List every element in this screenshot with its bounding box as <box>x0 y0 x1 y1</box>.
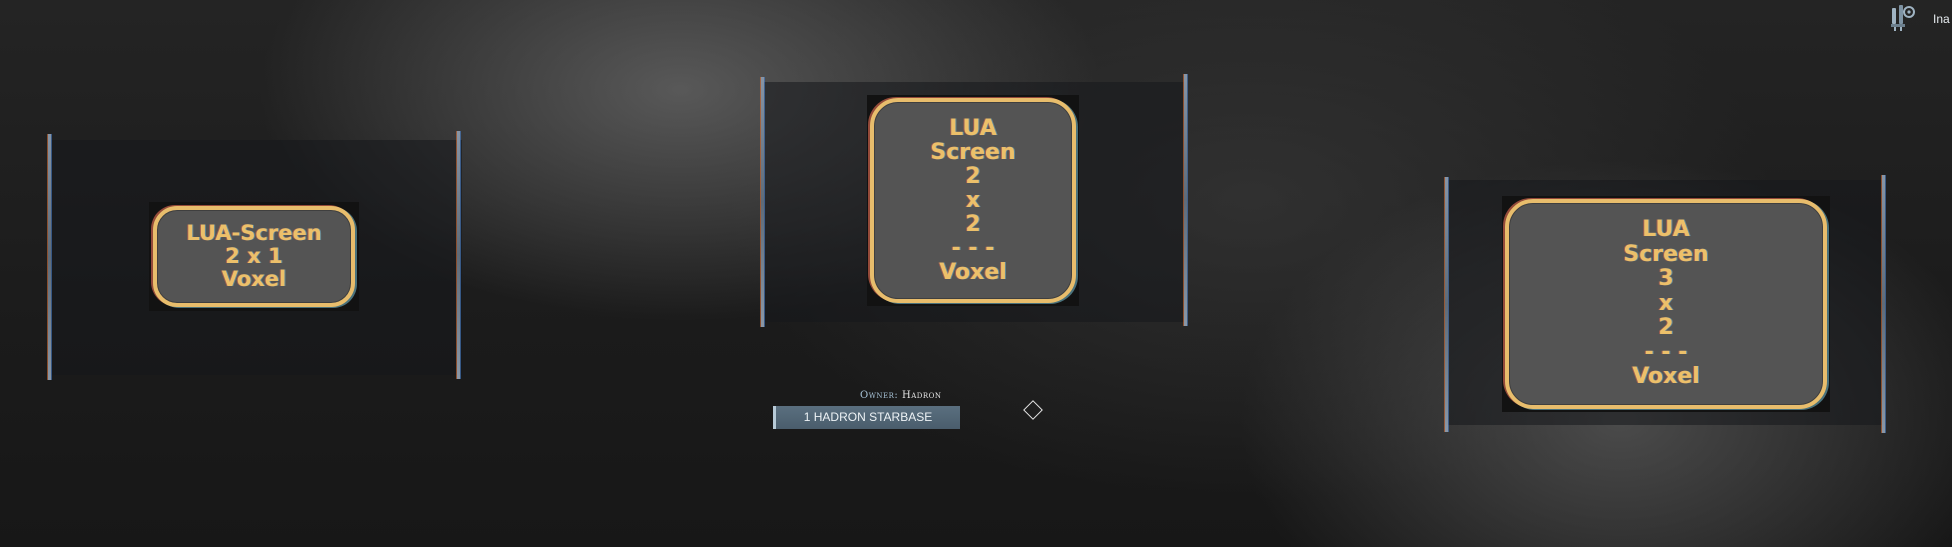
diamond-marker-icon[interactable] <box>1023 400 1043 420</box>
screen-c-line: Voxel <box>1632 364 1700 390</box>
screen-c-line: - - - <box>1644 339 1688 365</box>
owner-key: Owner: <box>860 390 899 401</box>
screen-b-line: Voxel <box>939 259 1007 285</box>
screen-b-line: - - - <box>951 235 995 261</box>
screen-b-line: LUA <box>949 115 997 141</box>
game-viewport: LUA-Screen 2 x 1 Voxel LUA Screen 2 x 2 … <box>0 0 1952 547</box>
tool-icon[interactable] <box>1888 2 1918 32</box>
screen-b-line: 2 <box>965 211 981 237</box>
screen-a-line: Voxel <box>221 267 287 291</box>
screen-a-left-post <box>48 134 51 380</box>
lua-screen-2x2[interactable]: LUA Screen 2 x 2 - - - Voxel <box>870 98 1076 303</box>
owner-value: Hadron <box>901 390 942 401</box>
construct-tag[interactable]: 1 HADRON STARBASE <box>773 406 960 429</box>
screen-c-line: Screen <box>1623 241 1709 267</box>
screen-a-line: 2 x 1 <box>225 244 283 268</box>
screen-c-line: x <box>1658 290 1674 316</box>
screen-b-line: 2 <box>965 163 981 189</box>
screen-a-right-post <box>457 131 460 379</box>
screen-c-line: 2 <box>1658 315 1674 341</box>
lua-screen-3x2[interactable]: LUA Screen 3 x 2 - - - Voxel <box>1505 199 1827 409</box>
screen-b-right-post <box>1184 74 1187 326</box>
owner-label: Owner: Hadron <box>860 390 942 401</box>
screen-c-line: LUA <box>1642 217 1690 243</box>
screen-a-line: LUA-Screen <box>186 221 322 245</box>
screen-b-left-post <box>761 77 764 327</box>
screen-b-line: x <box>965 187 981 213</box>
screen-c-left-post <box>1445 177 1448 432</box>
screen-c-right-post <box>1882 175 1885 433</box>
screen-b-line: Screen <box>930 139 1016 165</box>
status-text: Ina <box>1933 12 1950 26</box>
screen-c-line: 3 <box>1658 266 1674 292</box>
lua-screen-2x1[interactable]: LUA-Screen 2 x 1 Voxel <box>153 206 355 307</box>
